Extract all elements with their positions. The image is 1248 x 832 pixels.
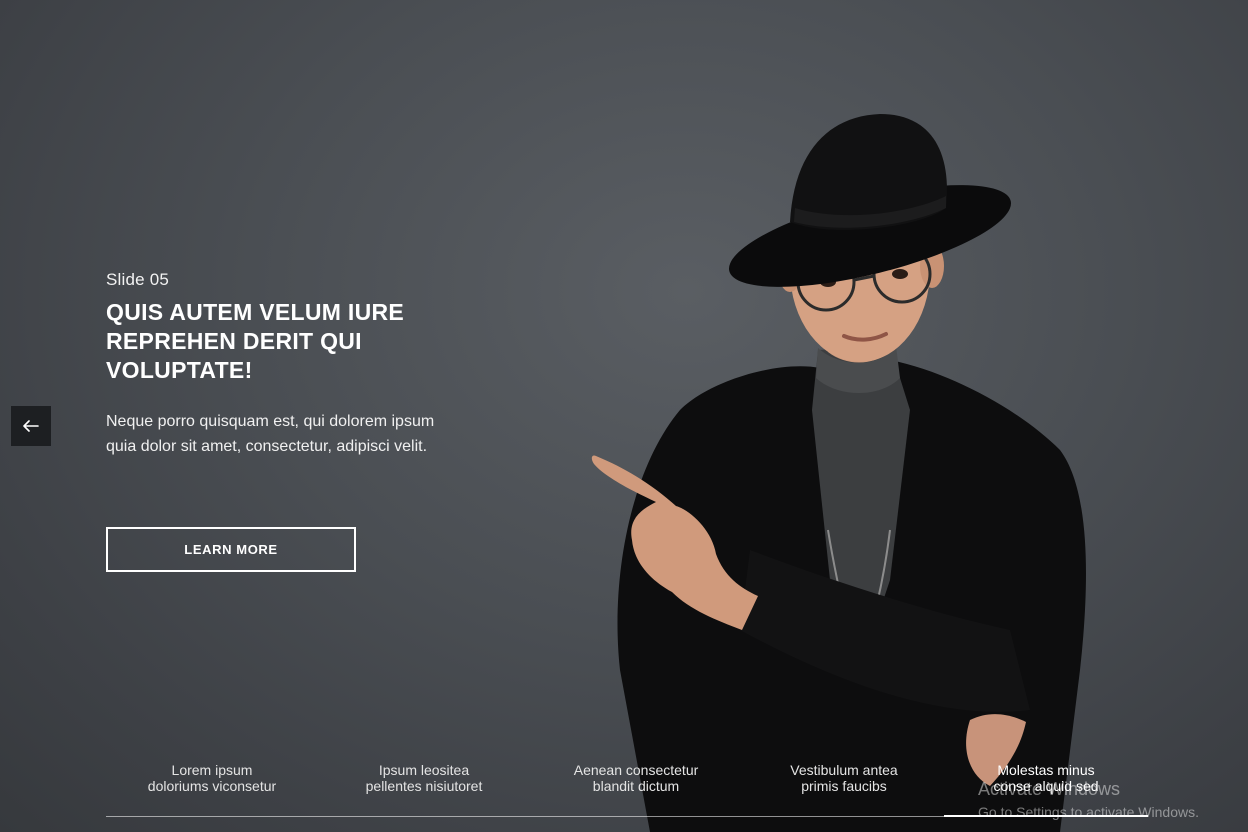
thumbnail-line-1: Lorem ipsum xyxy=(171,762,253,778)
thumbnail-2[interactable]: Ipsum leositea pellentes nisiutoret xyxy=(324,762,524,794)
thumbnail-3[interactable]: Aenean consectetur blandit dictum xyxy=(536,762,736,794)
thumbnail-line-2: doloriums viconsetur xyxy=(147,778,277,794)
arrow-left-icon xyxy=(23,420,39,432)
thumbnail-4[interactable]: Vestibulum antea primis faucibs xyxy=(744,762,944,794)
thumbnail-line-2: blandit dictum xyxy=(592,778,680,794)
thumbnail-1[interactable]: Lorem ipsum doloriums viconsetur xyxy=(112,762,312,794)
thumbnail-line-1: Ipsum leositea xyxy=(378,762,470,778)
slide-number-label: Slide 05 xyxy=(106,270,170,289)
slide-description: Neque porro quisquam est, qui dolorem ip… xyxy=(106,413,435,455)
prev-slide-button[interactable] xyxy=(11,406,51,446)
activate-windows-watermark: Activate Windows Go to Settings to activ… xyxy=(978,778,1199,821)
thumbnail-line-2: primis faucibs xyxy=(801,778,887,794)
learn-more-button[interactable]: LEARN MORE xyxy=(106,527,356,572)
watermark-title: Activate Windows xyxy=(978,779,1121,799)
slide-title: QUIS AUTEM VELUM IURE REPREHEN DERIT QUI… xyxy=(106,299,405,383)
thumbnail-line-1: Aenean consectetur xyxy=(573,762,699,778)
thumbnail-line-1: Vestibulum antea xyxy=(790,762,898,778)
watermark-subtitle: Go to Settings to activate Windows. xyxy=(978,804,1199,820)
thumbnail-line-2: pellentes nisiutoret xyxy=(365,778,483,794)
model-photo xyxy=(591,114,1086,832)
hero-slider: Slide 05 QUIS AUTEM VELUM IURE REPREHEN … xyxy=(0,0,1248,832)
slide-caption: Slide 05 QUIS AUTEM VELUM IURE REPREHEN … xyxy=(106,270,446,459)
thumbnail-line-1: Molestas minus xyxy=(997,762,1095,778)
